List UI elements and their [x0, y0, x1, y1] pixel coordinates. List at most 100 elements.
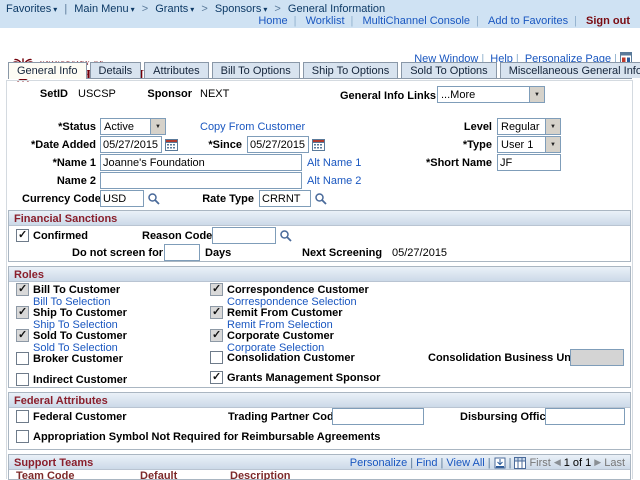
- remit-from-customer-checkbox[interactable]: ✓: [210, 306, 223, 319]
- breadcrumb-item-sponsors[interactable]: Sponsors ▾: [215, 3, 268, 15]
- dropdown-arrow-icon: ▼: [529, 87, 544, 102]
- ship-to-customer-label: Ship To Customer: [33, 307, 127, 319]
- separator: |: [440, 456, 444, 469]
- short-name-input[interactable]: [497, 154, 561, 171]
- page: Favorites ▾ | Main Menu ▾ > Grants ▾ > Spon…: [0, 0, 640, 480]
- do-not-screen-days-input[interactable]: [164, 244, 200, 261]
- separator: |: [574, 15, 577, 27]
- support-teams-title-bar: Support Teams Personalize | Find | View …: [9, 455, 630, 470]
- currency-code-input[interactable]: [100, 190, 144, 207]
- corporate-customer-checkbox[interactable]: ✓: [210, 329, 223, 342]
- grid-toolbar: Personalize | Find | View All | | First …: [350, 456, 625, 469]
- setid-value: USCSP: [78, 88, 116, 100]
- reason-code-input[interactable]: [212, 227, 276, 244]
- download-grid-icon[interactable]: [494, 457, 506, 469]
- breadcrumb-item-main-menu[interactable]: Main Menu ▾: [74, 3, 134, 15]
- lookup-icon[interactable]: [147, 192, 160, 205]
- tab-ship-to-options[interactable]: Ship To Options: [302, 62, 399, 78]
- breadcrumb-item-grants[interactable]: Grants ▾: [155, 3, 194, 15]
- financial-sanctions-title: Financial Sanctions: [9, 211, 630, 226]
- indirect-customer-checkbox[interactable]: [16, 373, 29, 386]
- tab-general-info[interactable]: General Info: [8, 62, 87, 79]
- general-info-links-select[interactable]: ...More ▼: [437, 86, 545, 103]
- bill-to-customer-label: Bill To Customer: [33, 284, 121, 296]
- copy-from-customer-link[interactable]: Copy From Customer: [200, 121, 305, 133]
- breadcrumb-item-favorites[interactable]: Favorites ▾: [6, 3, 57, 15]
- since-input[interactable]: [247, 136, 309, 153]
- worklist-link[interactable]: Worklist: [306, 15, 345, 27]
- check-icon: ✓: [212, 283, 222, 295]
- find-link[interactable]: Find: [416, 457, 437, 469]
- rate-type-input[interactable]: [259, 190, 311, 207]
- separator: |: [410, 456, 414, 469]
- broker-customer-label: Broker Customer: [33, 353, 123, 365]
- tab-sold-to-options[interactable]: Sold To Options: [401, 62, 497, 78]
- type-label: *Type: [462, 139, 492, 151]
- first-page-link[interactable]: First: [529, 457, 550, 469]
- name2-input[interactable]: [100, 172, 302, 189]
- breadcrumb-separator: >: [201, 3, 208, 15]
- breadcrumb-label: Favorites: [6, 3, 52, 15]
- general-info-links-select-value: ...More: [441, 88, 476, 101]
- previous-page-icon[interactable]: ◀: [554, 457, 561, 468]
- appropriation-symbol-label: Appropriation Symbol Not Required for Re…: [33, 431, 381, 443]
- tab-misc-general-info[interactable]: Miscellaneous General Info: [499, 62, 640, 78]
- next-page-icon[interactable]: ▶: [594, 457, 601, 468]
- calendar-icon[interactable]: [312, 138, 325, 151]
- setid-label: SetID: [39, 88, 68, 100]
- status-select[interactable]: Active ▼: [100, 118, 166, 135]
- ship-to-customer-checkbox[interactable]: ✓: [16, 306, 29, 319]
- consolidation-customer-checkbox[interactable]: [210, 351, 223, 364]
- tab-bar: General Info Details Attributes Bill To …: [8, 62, 640, 79]
- sold-to-customer-checkbox[interactable]: ✓: [16, 329, 29, 342]
- grid-popup-icon[interactable]: [514, 456, 527, 469]
- add-to-favorites-link[interactable]: Add to Favorites: [488, 15, 568, 27]
- confirmed-checkbox[interactable]: ✓: [16, 229, 29, 242]
- level-select-value: Regular: [501, 120, 540, 133]
- calendar-icon[interactable]: [165, 138, 178, 151]
- correspondence-customer-checkbox[interactable]: ✓: [210, 283, 223, 296]
- appropriation-symbol-checkbox[interactable]: [16, 430, 29, 443]
- breadcrumb-item-current: General Information: [287, 3, 386, 15]
- alt-name2-link[interactable]: Alt Name 2: [307, 175, 361, 187]
- disbursing-office-input[interactable]: [545, 408, 625, 425]
- last-page-link[interactable]: Last: [604, 457, 625, 469]
- currency-code-label: Currency Code: [22, 193, 101, 205]
- name1-label: *Name 1: [52, 157, 96, 169]
- federal-customer-checkbox[interactable]: [16, 410, 29, 423]
- grants-management-sponsor-checkbox[interactable]: ✓: [210, 371, 223, 384]
- name1-input[interactable]: [100, 154, 302, 171]
- name2-label: Name 2: [56, 175, 96, 187]
- trading-partner-code-label: Trading Partner Code: [228, 411, 340, 423]
- breadcrumb: Favorites ▾ | Main Menu ▾ > Grants ▾ > Spon…: [6, 3, 385, 15]
- lookup-icon[interactable]: [279, 229, 292, 242]
- lookup-icon[interactable]: [314, 192, 327, 205]
- column-header-team-code: Team Code: [16, 470, 75, 480]
- caret-down-icon: ▾: [263, 5, 268, 14]
- breadcrumb-separator: |: [64, 3, 68, 15]
- home-link[interactable]: Home: [258, 15, 287, 27]
- multichannel-console-link[interactable]: MultiChannel Console: [362, 15, 470, 27]
- next-screening-label: Next Screening: [302, 247, 383, 259]
- tab-attributes[interactable]: Attributes: [144, 62, 209, 78]
- caret-down-icon: ▾: [53, 5, 58, 14]
- tab-bill-to-options[interactable]: Bill To Options: [211, 62, 300, 78]
- bill-to-customer-checkbox[interactable]: ✓: [16, 283, 29, 296]
- view-all-link[interactable]: View All: [446, 457, 484, 469]
- tab-details[interactable]: Details: [89, 62, 142, 78]
- caret-down-icon: ▾: [130, 5, 135, 14]
- trading-partner-code-input[interactable]: [332, 408, 424, 425]
- breadcrumb-separator: >: [274, 3, 281, 15]
- alt-name1-link[interactable]: Alt Name 1: [307, 157, 361, 169]
- level-select[interactable]: Regular ▼: [497, 118, 561, 135]
- signout-link[interactable]: Sign out: [586, 15, 630, 27]
- dropdown-arrow-icon: ▼: [545, 137, 560, 152]
- type-select[interactable]: User 1 ▼: [497, 136, 561, 153]
- date-added-input[interactable]: [100, 136, 162, 153]
- column-header-description: Description: [230, 470, 291, 480]
- personalize-grid-link[interactable]: Personalize: [350, 457, 407, 469]
- short-name-label: *Short Name: [425, 157, 492, 169]
- dropdown-arrow-icon: ▼: [150, 119, 165, 134]
- consolidation-business-unit-label: Consolidation Business Unit: [428, 352, 578, 364]
- broker-customer-checkbox[interactable]: [16, 352, 29, 365]
